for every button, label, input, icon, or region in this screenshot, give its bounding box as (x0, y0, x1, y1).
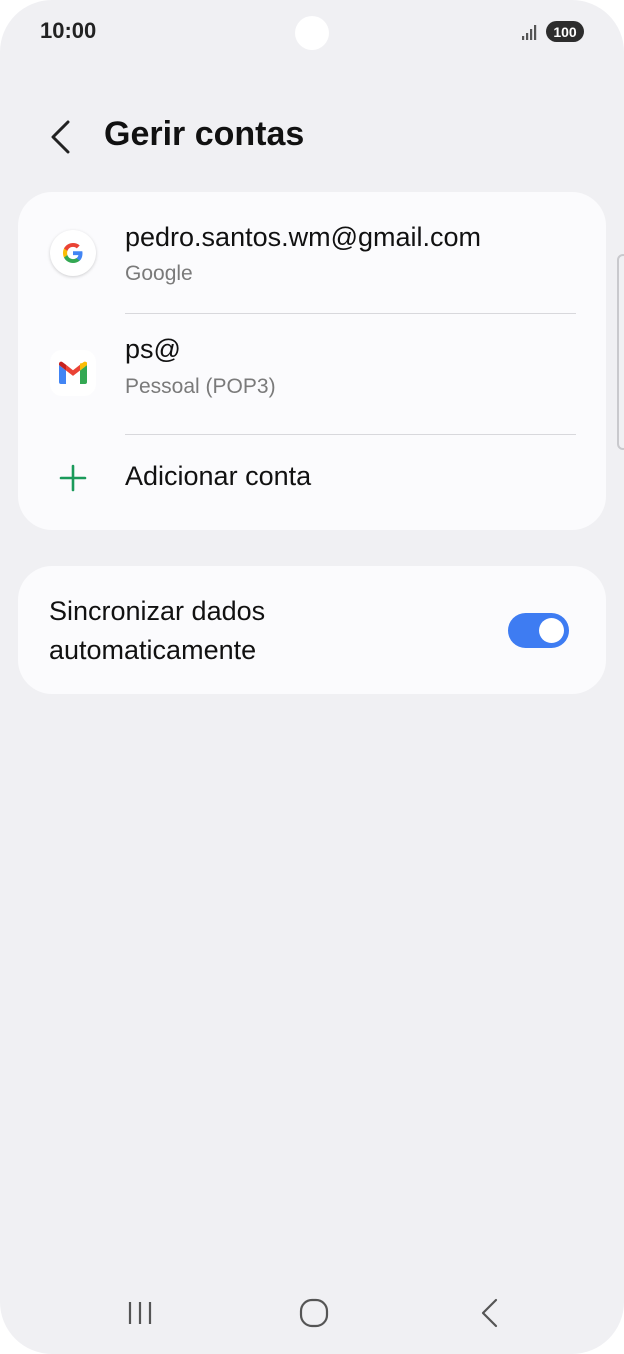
sync-label: Sincronizar dados automaticamente (49, 596, 266, 665)
battery-level: 100 (553, 23, 577, 40)
signal-icon (522, 25, 537, 40)
back-icon (481, 1298, 498, 1328)
chevron-left-icon (51, 120, 70, 154)
plus-icon (59, 464, 87, 492)
camera-cutout (295, 16, 329, 50)
add-account-label: Adicionar conta (125, 461, 312, 491)
clock: 10:00 (40, 18, 97, 43)
add-account-button[interactable]: Adicionar conta (18, 435, 606, 530)
screen: 10:00 100 Gerir contas pedro.santos.wm@g… (0, 0, 624, 1354)
account-row-google[interactable]: pedro.santos.wm@gmail.com Google (18, 192, 606, 313)
account-row-pop3[interactable]: ps@ Pessoal (POP3) (18, 314, 606, 434)
account-type: Google (125, 262, 193, 285)
gmail-icon (50, 350, 96, 396)
toggle-knob (539, 618, 564, 643)
account-email: ps@ (125, 334, 181, 364)
account-type: Pessoal (POP3) (125, 375, 276, 398)
recent-apps-icon (128, 1302, 152, 1324)
home-icon (299, 1298, 329, 1328)
battery-icon: 100 (546, 21, 584, 42)
accounts-card: pedro.santos.wm@gmail.com Google ps@ Pes… (18, 192, 606, 530)
nav-back-button[interactable] (460, 1290, 520, 1336)
status-bar: 10:00 100 (0, 0, 624, 64)
sync-card[interactable]: Sincronizar dados automaticamente (18, 566, 606, 694)
sync-toggle[interactable] (508, 613, 569, 648)
account-email: pedro.santos.wm@gmail.com (125, 222, 482, 252)
page-title: Gerir contas (104, 115, 305, 153)
google-icon (50, 230, 96, 276)
back-button[interactable] (40, 112, 80, 162)
home-button[interactable] (284, 1290, 344, 1336)
recent-apps-button[interactable] (110, 1290, 170, 1336)
scroll-handle[interactable] (617, 254, 624, 450)
